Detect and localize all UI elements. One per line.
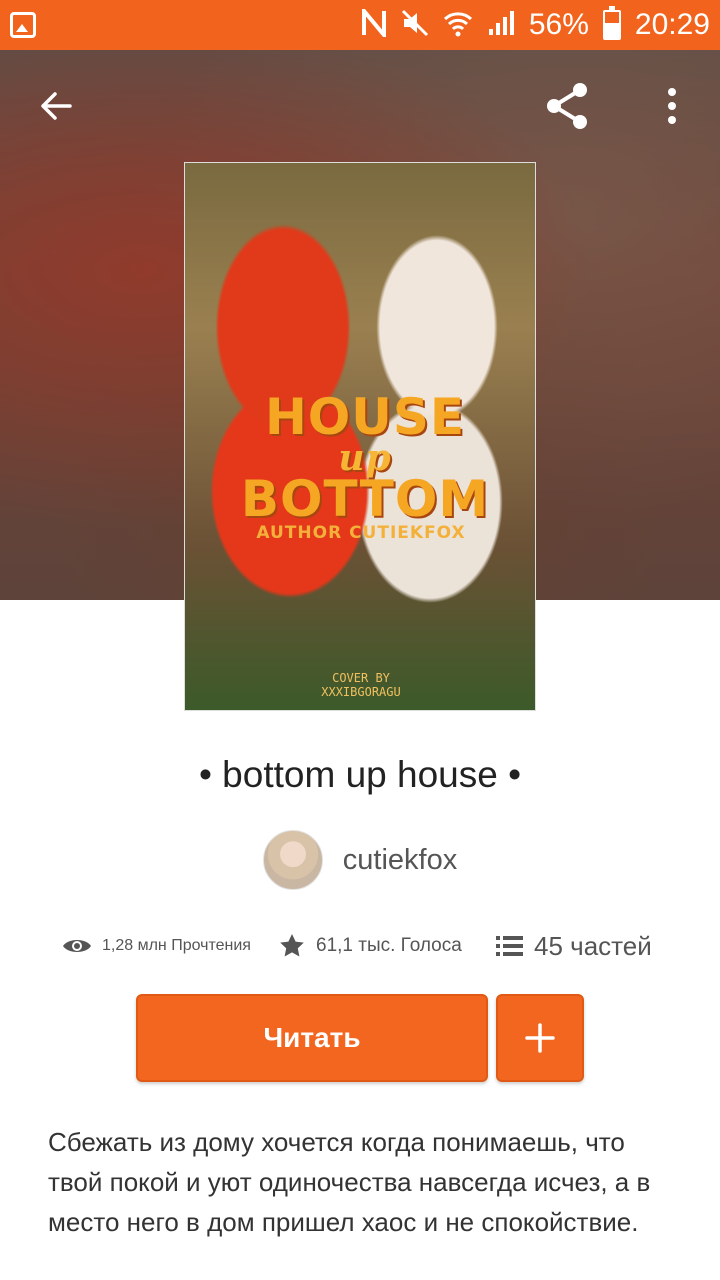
story-title: • bottom up house • [198,754,522,795]
status-icons: 56% 20:29 [361,4,710,42]
gallery-icon [10,12,36,38]
mute-icon [401,9,429,42]
clock: 20:29 [634,8,710,41]
star-icon [278,932,306,960]
avatar[interactable] [262,830,323,890]
parts-count[interactable]: 45 частей [534,931,652,962]
back-arrow-icon [41,92,72,120]
author-name[interactable]: cutiekfox [343,844,457,877]
battery-percent: 56% [528,8,589,41]
parts-stat[interactable]: 45 частей [496,926,652,966]
story-stats: 1,28 млн Прочтения 61,1 тыс. Голоса 45 ч… [0,926,720,966]
wifi-icon [443,9,473,42]
status-bar: 56% 20:29 [0,0,720,50]
toolbar [0,50,720,162]
share-button[interactable] [535,74,599,138]
reads-stat: 1,28 млн Прочтения [62,926,251,966]
nfc-icon [361,4,387,42]
plus-icon [525,1023,555,1053]
back-button[interactable] [24,74,88,138]
more-options-button[interactable] [640,74,704,138]
battery-icon [602,6,621,40]
signal-icon [487,9,515,42]
book-cover[interactable]: HOUSE up BOTTOM AUTHOR CUTIEKFOX COVER B… [184,162,536,711]
eye-icon [62,936,92,956]
cover-author: AUTHOR CUTIEKFOX [256,523,466,543]
votes-count: 61,1 тыс. Голоса [316,935,462,956]
more-vert-icon [668,88,676,124]
share-icon [547,83,587,129]
cover-credit: COVER BY XXXIBGORAGU [321,671,401,699]
cover-title: HOUSE up BOTTOM [240,388,490,528]
votes-stat: 61,1 тыс. Голоса [278,926,462,966]
add-to-library-button[interactable] [496,994,584,1082]
list-icon [496,934,524,958]
story-description: Сбежать из дому хочется когда понимаешь,… [48,1127,651,1237]
author-row[interactable]: cutiekfox [0,830,720,890]
read-button[interactable]: Читать [136,994,488,1082]
reads-count: 1,28 млн Прочтения [102,937,251,954]
